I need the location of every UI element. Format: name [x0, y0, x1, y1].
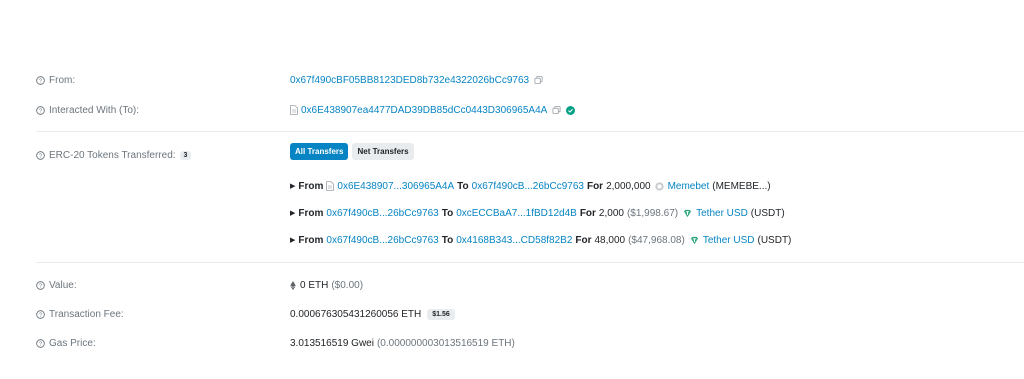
token-name-link[interactable]: Tether USD — [703, 235, 755, 246]
tether-token-icon — [684, 209, 692, 217]
from-row: ? From: 0x67f490cBF05BB8123DED8b732e4322… — [36, 72, 1024, 88]
token-symbol: (USDT) — [757, 234, 792, 246]
to-word: To — [441, 207, 454, 219]
transfer-amount: 2,000 — [598, 207, 624, 219]
transfer-row: ▶ From 0x67f490cB...26bCc9763 To 0xcECCB… — [36, 205, 1024, 221]
value-label: Value: — [49, 279, 77, 291]
transfer-usd-value: ($1,998.67) — [626, 207, 679, 219]
from-word: From — [298, 207, 324, 219]
token-symbol: (MEMEBE...) — [712, 180, 771, 192]
transfer-count-badge: 3 — [179, 150, 192, 160]
tether-token-icon — [690, 236, 698, 244]
copy-icon[interactable] — [534, 75, 543, 85]
divider — [36, 131, 1024, 132]
transfer-usd-value: ($47,968.08) — [628, 234, 685, 246]
ethereum-icon — [290, 280, 296, 290]
transfer-from-link[interactable]: 0x67f490cB...26bCc9763 — [326, 208, 438, 219]
gas-value: 3.013516519 Gwei (0.000000003013516519 E… — [290, 338, 515, 349]
eth-value: 0 ETH — [300, 279, 329, 291]
to-address-link[interactable]: 0x6E438907ea4477DAD39DB85dCc0443D306965A… — [301, 105, 547, 116]
copy-icon[interactable] — [552, 105, 561, 115]
from-address-link[interactable]: 0x67f490cBF05BB8123DED8b732e4322026bCc97… — [290, 75, 529, 86]
gas-gwei: 3.013516519 Gwei — [290, 337, 374, 349]
from-label: From: — [49, 74, 76, 86]
for-word: For — [586, 180, 604, 192]
token-symbol: (USDT) — [750, 207, 785, 219]
to-word: To — [441, 234, 454, 246]
value-label-wrap: ? Value: — [36, 280, 77, 291]
erc20-label-wrap: ? ERC-20 Tokens Transferred: 3 — [36, 149, 192, 161]
value-row: ? Value: 0 ETH ($0.00) — [36, 277, 1024, 293]
transfer-to-link[interactable]: 0xcECCBaA7...1fBD12d4B — [456, 208, 577, 219]
caret-right-icon: ▶ — [290, 237, 296, 244]
gas-eth: (0.000000003013516519 ETH) — [376, 337, 515, 349]
transfer-to-link[interactable]: 0x4168B343...CD58f82B2 — [456, 235, 572, 246]
memebet-token-icon — [654, 181, 664, 191]
tab-net-transfers[interactable]: Net Transfers — [352, 143, 414, 160]
question-circle-icon[interactable]: ? — [36, 280, 45, 290]
transfer-line: ▶ From 0x6E438907...306965A4A To 0x67f49… — [290, 181, 771, 192]
for-word: For — [579, 207, 596, 219]
check-circle-icon — [566, 105, 576, 115]
from-label-wrap: ? From: — [36, 75, 75, 86]
for-word: For — [575, 234, 592, 246]
transfer-tabs: All Transfers Net Transfers — [290, 143, 418, 160]
fee-label-wrap: ? Transaction Fee: — [36, 309, 124, 320]
transfer-amount: 48,000 — [594, 234, 626, 246]
tab-all-transfers[interactable]: All Transfers — [290, 143, 349, 160]
transfer-row: ▶ From 0x6E438907...306965A4A To 0x67f49… — [36, 178, 1024, 194]
fee-eth: 0.000676305431260056 ETH — [290, 308, 422, 320]
to-row: ? Interacted With (To): 0x6E438907ea4477… — [36, 102, 1024, 118]
contract-document-icon — [326, 181, 335, 191]
to-word: To — [457, 180, 469, 192]
transfer-line: ▶ From 0x67f490cB...26bCc9763 To 0xcECCB… — [290, 208, 785, 219]
question-circle-icon[interactable]: ? — [36, 338, 45, 348]
caret-right-icon: ▶ — [290, 183, 296, 190]
question-circle-icon[interactable]: ? — [36, 105, 45, 115]
fee-usd-badge: $1.56 — [427, 308, 455, 320]
to-value: 0x6E438907ea4477DAD39DB85dCc0443D306965A… — [290, 105, 576, 116]
transfer-from-link[interactable]: 0x6E438907...306965A4A — [337, 181, 454, 192]
erc20-row: ? ERC-20 Tokens Transferred: 3 All Trans… — [36, 143, 1024, 163]
token-name-link[interactable]: Tether USD — [696, 208, 748, 219]
transfer-from-link[interactable]: 0x67f490cB...26bCc9763 — [326, 235, 438, 246]
gas-label: Gas Price: — [49, 337, 96, 349]
fee-value: 0.000676305431260056 ETH $1.56 — [290, 308, 455, 320]
divider — [36, 262, 1024, 263]
fee-label: Transaction Fee: — [49, 308, 124, 320]
question-circle-icon[interactable]: ? — [36, 309, 45, 319]
to-label: Interacted With (To): — [49, 104, 140, 116]
contract-document-icon — [290, 105, 298, 115]
gas-row: ? Gas Price: 3.013516519 Gwei (0.0000000… — [36, 335, 1024, 351]
question-circle-icon[interactable]: ? — [36, 150, 45, 160]
erc20-label: ERC-20 Tokens Transferred: — [49, 149, 176, 161]
transfer-row: ▶ From 0x67f490cB...26bCc9763 To 0x4168B… — [36, 232, 1024, 248]
transfer-line: ▶ From 0x67f490cB...26bCc9763 To 0x4168B… — [290, 235, 791, 246]
gas-label-wrap: ? Gas Price: — [36, 338, 96, 349]
from-value: 0x67f490cBF05BB8123DED8b732e4322026bCc97… — [290, 75, 543, 86]
transfer-amount: 2,000,000 — [606, 180, 651, 192]
to-label-wrap: ? Interacted With (To): — [36, 105, 139, 116]
usd-value: ($0.00) — [331, 279, 364, 291]
from-word: From — [298, 180, 324, 192]
caret-right-icon: ▶ — [290, 210, 296, 217]
value-value: 0 ETH ($0.00) — [290, 280, 363, 291]
from-word: From — [298, 234, 324, 246]
transfer-to-link[interactable]: 0x67f490cB...26bCc9763 — [472, 181, 584, 192]
question-circle-icon[interactable]: ? — [36, 75, 45, 85]
token-name-link[interactable]: Memebet — [668, 181, 710, 192]
fee-row: ? Transaction Fee: 0.000676305431260056 … — [36, 306, 1024, 322]
